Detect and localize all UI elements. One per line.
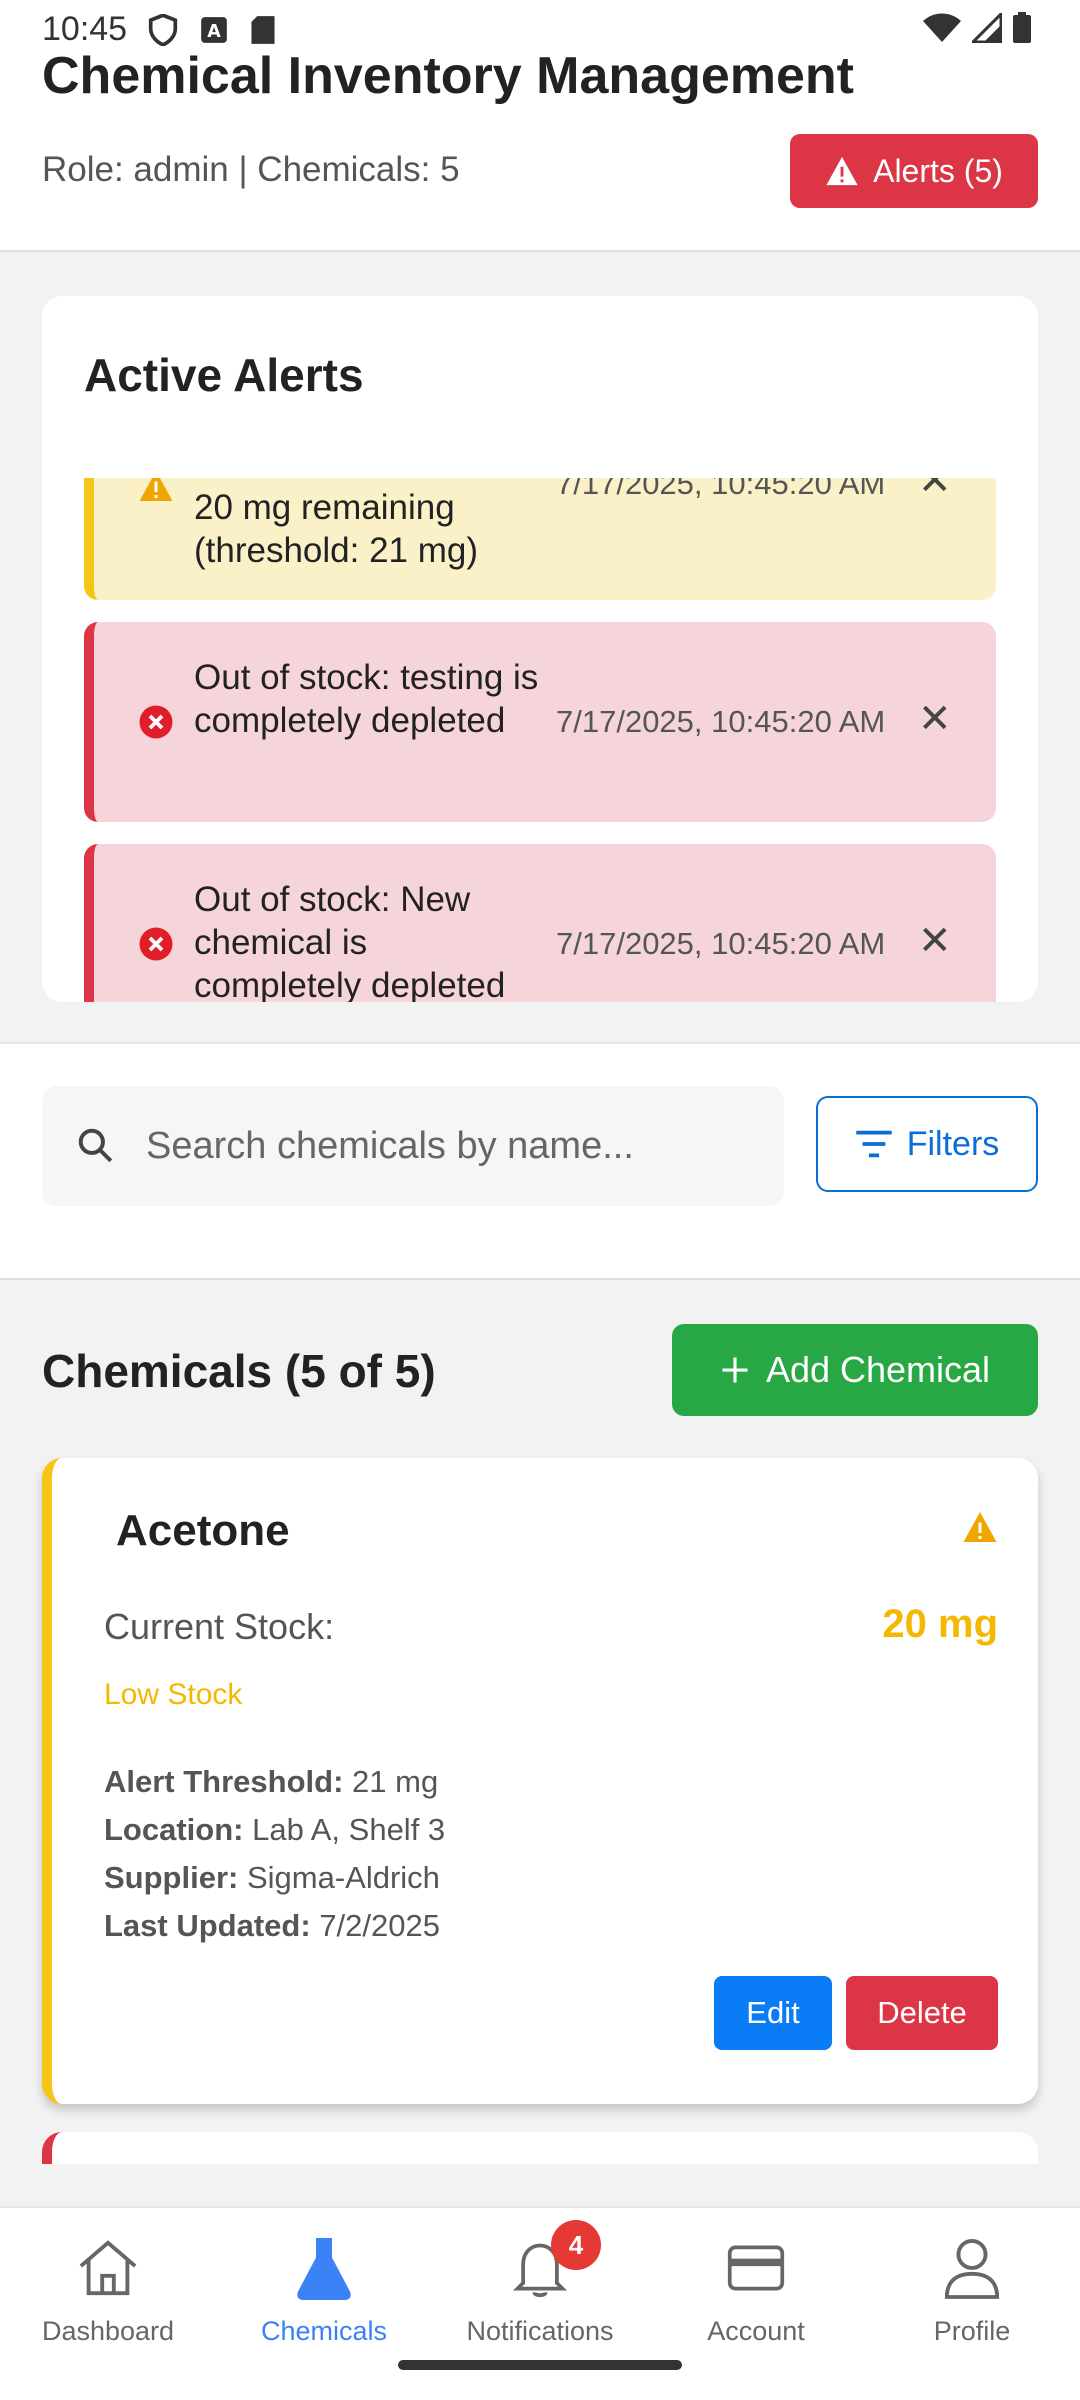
alerts-button-label: Alerts (5)	[873, 152, 1003, 189]
nav-item-notifications[interactable]: 4 Notifications	[432, 2220, 648, 2368]
role-info: Role: admin | Chemicals: 5	[42, 150, 460, 189]
alert-item: Out of stock: testing is completely depl…	[84, 622, 996, 822]
alert-message: Out of stock: New chemical is completely…	[194, 880, 506, 1002]
search-icon	[78, 1128, 113, 1163]
nav-label: Chemicals	[260, 2316, 388, 2346]
detail-threshold: Alert Threshold: 21 mg	[104, 1764, 438, 1800]
search-input[interactable]	[146, 1112, 766, 1180]
edit-button[interactable]: Edit	[714, 1976, 832, 2050]
alert-message: Out of stock: testing is completely depl…	[194, 658, 539, 740]
filter-icon	[855, 1130, 892, 1158]
nav-icon-wrap	[726, 2228, 786, 2308]
detail-label: Supplier:	[104, 1860, 239, 1895]
close-icon[interactable]: ✕	[918, 478, 952, 504]
shield-icon	[148, 14, 178, 46]
close-icon[interactable]: ✕	[918, 696, 952, 742]
alerts-list[interactable]: 20 mg remaining (threshold: 21 mg) 7/17/…	[84, 478, 996, 1002]
text-a-icon: A	[201, 17, 227, 43]
detail-value: 21 mg	[352, 1764, 439, 1799]
stock-label: Current Stock:	[104, 1606, 335, 1647]
nav-item-account[interactable]: Account	[648, 2228, 864, 2368]
alerts-card: Active Alerts 20 mg remaining (threshold…	[42, 296, 1038, 1002]
close-icon[interactable]: ✕	[918, 918, 952, 964]
nav-label: Profile	[933, 2316, 1011, 2346]
nav-item-dashboard[interactable]: Dashboard	[0, 2228, 216, 2368]
detail-label: Location:	[104, 1812, 244, 1847]
detail-value: 7/2/2025	[319, 1908, 440, 1943]
alerts-title: Active Alerts	[84, 349, 364, 401]
flask-icon	[297, 2238, 351, 2300]
nav-label: Account	[707, 2316, 805, 2346]
alert-item: Out of stock: New chemical is completely…	[84, 844, 996, 1002]
warning-icon	[139, 478, 173, 501]
add-chemical-button[interactable]: Add Chemical	[672, 1324, 1038, 1416]
battery-icon	[1013, 12, 1031, 43]
person-icon	[944, 2239, 1000, 2299]
wifi-icon	[923, 13, 961, 42]
nav-icon-wrap: 4	[511, 2220, 601, 2308]
detail-supplier: Supplier: Sigma-Aldrich	[104, 1860, 440, 1896]
home-icon	[79, 2240, 137, 2296]
detail-label: Last Updated:	[104, 1908, 311, 1943]
nav-icon-wrap	[77, 2228, 139, 2308]
alerts-button[interactable]: Alerts (5)	[790, 134, 1038, 208]
chemical-name: Acetone	[116, 1506, 290, 1555]
alerts-section: Active Alerts 20 mg remaining (threshold…	[0, 252, 1080, 1044]
status-icons-left: A	[148, 14, 276, 46]
nav-label: Dashboard	[41, 2316, 175, 2346]
nav-icon-wrap	[294, 2228, 354, 2308]
error-icon	[139, 927, 173, 961]
alert-time: 7/17/2025, 10:45:20 AM	[556, 478, 886, 501]
plus-icon	[722, 1357, 748, 1383]
status-time: 10:45	[42, 10, 128, 48]
filters-label: Filters	[906, 1124, 1000, 1163]
warning-icon	[826, 156, 858, 186]
detail-value: Sigma-Aldrich	[246, 1860, 440, 1895]
stock-status: Low Stock	[104, 1678, 243, 1711]
detail-label: Alert Threshold:	[104, 1764, 344, 1799]
detail-location: Location: Lab A, Shelf 3	[104, 1812, 445, 1848]
alert-item: 20 mg remaining (threshold: 21 mg) 7/17/…	[84, 478, 996, 600]
chemical-card[interactable]: Acetone Current Stock: 20 mg Low Stock A…	[42, 1458, 1038, 2104]
home-indicator[interactable]	[398, 2360, 682, 2370]
add-chemical-label: Add Chemical	[765, 1349, 991, 1390]
svg-text:A: A	[207, 22, 221, 42]
search-section: Filters	[0, 1044, 1080, 1280]
nav-icon-wrap	[943, 2228, 1001, 2308]
status-icons-right	[922, 12, 1032, 44]
search-box[interactable]	[42, 1086, 784, 1206]
status-bar: 10:45 A	[0, 0, 1080, 62]
detail-value: Lab A, Shelf 3	[252, 1812, 446, 1847]
card-icon	[727, 2245, 785, 2291]
alert-time: 7/17/2025, 10:45:20 AM	[556, 926, 886, 961]
filters-button[interactable]: Filters	[816, 1096, 1038, 1192]
detail-updated: Last Updated: 7/2/2025	[104, 1908, 440, 1944]
chemicals-section: Chemicals (5 of 5) Add Chemical Acetone …	[0, 1280, 1080, 2164]
stock-value: 20 mg	[882, 1602, 998, 1646]
sd-card-icon	[251, 16, 275, 44]
notification-badge: 4	[551, 2220, 601, 2270]
nav-item-profile[interactable]: Profile	[864, 2228, 1080, 2368]
delete-button[interactable]: Delete	[846, 1976, 998, 2050]
chemicals-heading: Chemicals (5 of 5)	[42, 1345, 436, 1397]
error-icon	[139, 705, 173, 739]
nav-label: Notifications	[466, 2316, 614, 2346]
alert-time: 7/17/2025, 10:45:20 AM	[556, 704, 886, 739]
nav-item-chemicals[interactable]: Chemicals	[216, 2228, 432, 2368]
alert-message: 20 mg remaining (threshold: 21 mg)	[194, 488, 479, 570]
bottom-nav: Dashboard Chemicals 4 Notifications Acco…	[0, 2206, 1080, 2400]
warning-icon	[963, 1512, 997, 1542]
chemical-card[interactable]	[42, 2132, 1038, 2164]
signal-icon	[972, 13, 1002, 43]
